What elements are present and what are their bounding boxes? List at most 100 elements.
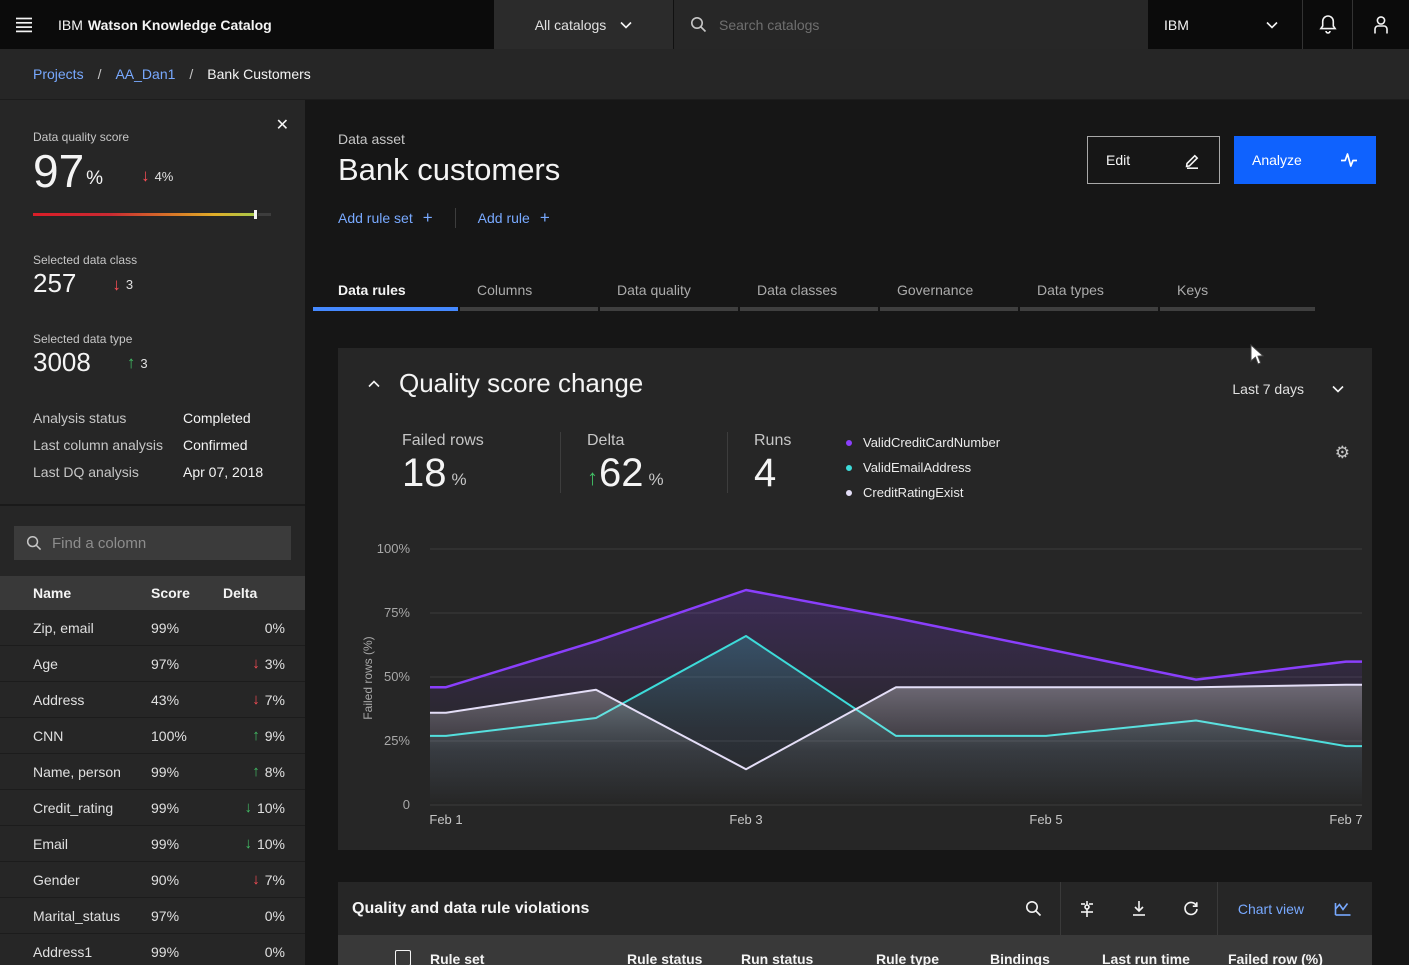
close-icon[interactable]: ✕ <box>276 118 289 134</box>
gear-icon[interactable]: ⚙ <box>1335 444 1350 461</box>
tab-keys[interactable]: Keys <box>1160 282 1315 311</box>
delta-value: 0% <box>265 908 285 924</box>
tab-label: Data classes <box>740 282 878 307</box>
legend-label: ValidEmailAddress <box>863 460 971 475</box>
edit-button[interactable]: Edit <box>1087 136 1220 184</box>
catalog-selector-label: All catalogs <box>535 17 607 33</box>
breadcrumb-link[interactable]: AA_Dan1 <box>115 66 175 82</box>
analyze-button[interactable]: Analyze <box>1234 136 1376 184</box>
violations-column-header[interactable]: Failed row (%) <box>1228 951 1323 965</box>
table-search-button[interactable] <box>1008 882 1060 935</box>
delta-value: 7% <box>265 872 285 888</box>
y-axis-tick: 100% <box>338 541 410 556</box>
user-icon <box>1371 14 1391 35</box>
column-row[interactable]: Marital_status97%0% <box>0 898 305 934</box>
tab-data-types[interactable]: Data types <box>1020 282 1158 311</box>
detail-value: Apr 07, 2018 <box>183 464 263 480</box>
account-selector[interactable]: IBM <box>1148 0 1302 49</box>
header-name: Name <box>33 585 151 601</box>
column-row[interactable]: Name, person99%↑8% <box>0 754 305 790</box>
quality-score-card: Quality score change Last 7 days Failed … <box>338 348 1372 850</box>
time-range-selector[interactable]: Last 7 days <box>1232 381 1344 397</box>
tab-label: Keys <box>1160 282 1315 307</box>
menu-icon[interactable] <box>0 0 48 49</box>
quality-score-delta: 4% <box>155 169 174 184</box>
column-row[interactable]: Email99%↓10% <box>0 826 305 862</box>
refresh-button[interactable] <box>1165 882 1217 935</box>
quality-score-gauge <box>33 210 271 219</box>
tab-underline <box>740 307 878 311</box>
delta-value: 0% <box>265 944 285 960</box>
search-input[interactable] <box>719 17 1099 33</box>
tab-data-quality[interactable]: Data quality <box>600 282 738 311</box>
chart-view-toggle[interactable]: Chart view <box>1218 901 1372 917</box>
column-row[interactable]: Gender90%↓7% <box>0 862 305 898</box>
violations-column-header[interactable]: Rule set <box>430 951 484 965</box>
legend-item[interactable]: ValidCreditCardNumber <box>846 430 1000 455</box>
delta-value: 3% <box>265 656 285 672</box>
arrow-down-icon: ↓ <box>141 166 150 186</box>
legend-item[interactable]: CreditRatingExist <box>846 480 1000 505</box>
y-axis-tick: 50% <box>338 669 410 684</box>
column-name: Address1 <box>33 944 151 960</box>
collapse-icon[interactable] <box>368 380 380 388</box>
user-menu-button[interactable] <box>1352 0 1408 49</box>
tab-governance[interactable]: Governance <box>880 282 1018 311</box>
column-row[interactable]: Credit_rating99%↓10% <box>0 790 305 826</box>
tab-data-rules[interactable]: Data rules <box>313 282 458 311</box>
column-delta: ↓ 7% <box>223 871 285 888</box>
data-class-delta: 3 <box>126 277 133 292</box>
x-axis-tick: Feb 7 <box>1306 812 1386 827</box>
breadcrumb-separator: / <box>189 66 193 82</box>
breadcrumb-link[interactable]: Projects <box>33 66 84 82</box>
column-row[interactable]: Age97%↓3% <box>0 646 305 682</box>
tab-label: Governance <box>880 282 1018 307</box>
tab-data-classes[interactable]: Data classes <box>740 282 878 311</box>
tab-label: Data types <box>1020 282 1158 307</box>
arrow-up-icon: ↑ <box>252 763 260 780</box>
detail-value: Confirmed <box>183 437 248 453</box>
column-score: 99% <box>151 800 223 816</box>
column-row[interactable]: CNN100%↑9% <box>0 718 305 754</box>
failed-rows-stat: Failed rows 18% <box>402 432 560 493</box>
filter-button[interactable] <box>1061 882 1113 935</box>
arrow-down-icon: ↓ <box>252 655 260 672</box>
column-name: Marital_status <box>33 908 151 924</box>
download-button[interactable] <box>1113 882 1165 935</box>
violations-column-header[interactable]: Bindings <box>990 951 1050 965</box>
search-icon <box>26 535 42 551</box>
legend-item[interactable]: ValidEmailAddress <box>846 455 1000 480</box>
filter-adjust-icon <box>1078 900 1096 918</box>
violations-column-header[interactable]: Run status <box>741 951 813 965</box>
add-rule-link[interactable]: Add rule+ <box>478 208 550 228</box>
find-column-input[interactable] <box>52 535 272 552</box>
data-class-label: Selected data class <box>33 253 272 267</box>
brand-product: Watson Knowledge Catalog <box>88 17 272 33</box>
violations-column-header[interactable]: Last run time <box>1102 951 1190 965</box>
violations-column-header[interactable]: Rule status <box>627 951 702 965</box>
column-row[interactable]: Zip, email99%0% <box>0 610 305 646</box>
tab-underline <box>460 307 598 311</box>
data-type-value: 3008 ↑3 <box>33 348 272 377</box>
brand-ibm: IBM <box>58 17 83 33</box>
activity-icon <box>1340 152 1358 168</box>
select-all-checkbox[interactable] <box>395 950 411 965</box>
detail-row: Last column analysisConfirmed <box>33 437 272 453</box>
arrow-down-icon: ↓ <box>252 871 260 888</box>
column-row[interactable]: Address43%↓7% <box>0 682 305 718</box>
tab-bar: Data rulesColumnsData qualityData classe… <box>313 282 1315 311</box>
tab-columns[interactable]: Columns <box>460 282 598 311</box>
notifications-button[interactable] <box>1302 0 1352 49</box>
violations-card: Quality and data rule violations <box>338 882 1372 965</box>
column-row[interactable]: Address199%0% <box>0 934 305 965</box>
analysis-details: Analysis statusCompletedLast column anal… <box>33 410 272 480</box>
arrow-up-icon: ↑ <box>587 465 598 491</box>
y-axis-tick: 0 <box>338 797 410 812</box>
chart-legend: ValidCreditCardNumber ValidEmailAddress Cr… <box>846 430 1000 505</box>
top-nav: IBM Watson Knowledge Catalog All catalogs… <box>0 0 1409 49</box>
add-rule-set-link[interactable]: Add rule set+ <box>338 208 433 228</box>
violations-column-header[interactable]: Rule type <box>876 951 939 965</box>
sidebar-divider <box>0 504 305 506</box>
column-search <box>14 526 291 560</box>
catalog-selector[interactable]: All catalogs <box>494 0 674 49</box>
